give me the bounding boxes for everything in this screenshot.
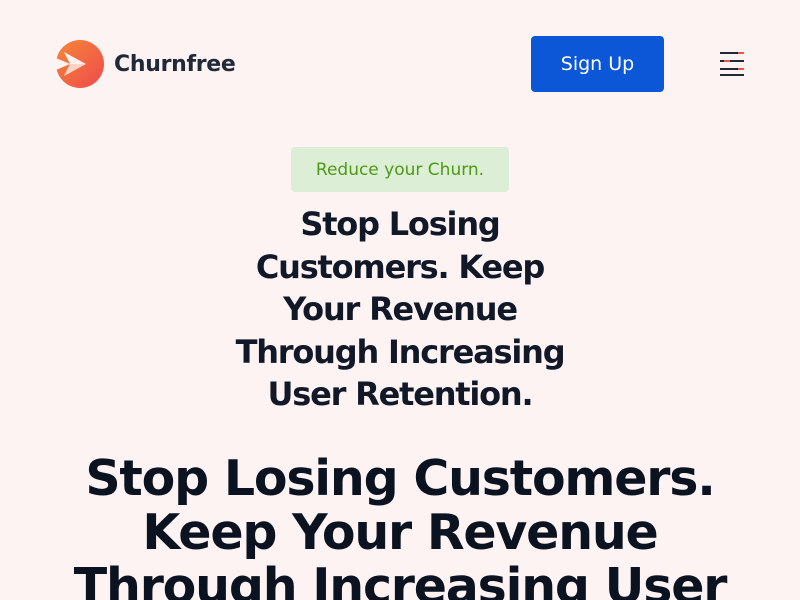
menu-lines-icon	[720, 52, 744, 76]
brand-name: Churnfree	[114, 51, 236, 77]
landing-page: Churnfree Sign Up Reduce your Churn. Sto…	[0, 0, 800, 600]
churn-badge: Reduce your Churn.	[291, 147, 509, 192]
sign-up-button[interactable]: Sign Up	[531, 36, 664, 92]
churnfree-logo-icon	[56, 40, 104, 88]
hero-headline-large: Stop Losing Customers. Keep Your Revenue…	[73, 450, 728, 600]
site-header: Churnfree Sign Up	[0, 0, 800, 128]
hero-headline-small: Stop Losing Customers. Keep Your Revenue…	[235, 205, 566, 413]
menu-button[interactable]	[716, 48, 748, 80]
brand-logo-link[interactable]: Churnfree	[56, 40, 236, 88]
